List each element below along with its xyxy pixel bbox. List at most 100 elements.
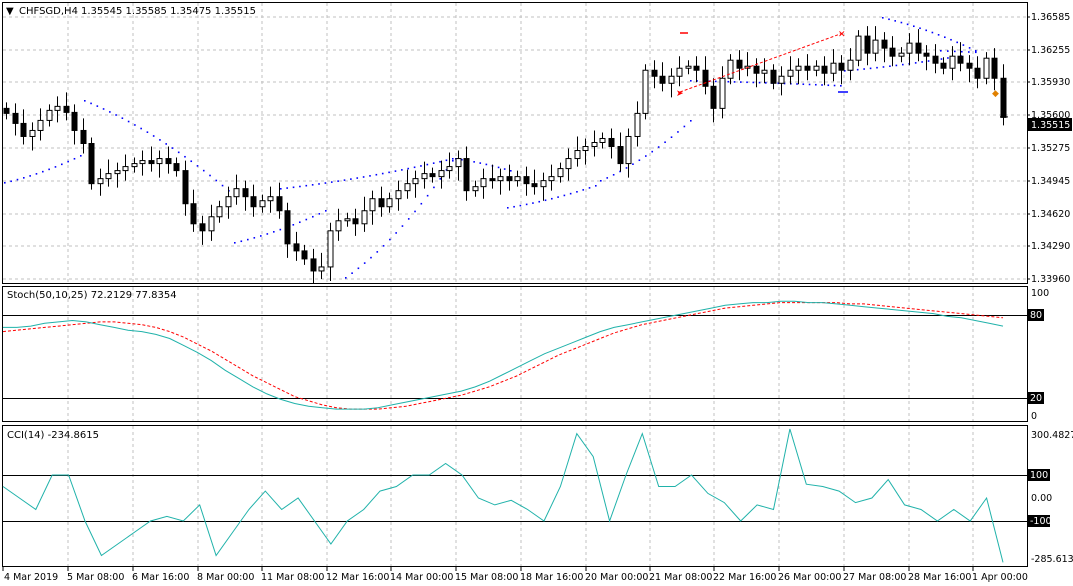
sar-dot bbox=[914, 62, 917, 64]
sar-dot bbox=[452, 160, 454, 162]
sar-dot bbox=[382, 245, 385, 247]
candle-body bbox=[736, 59, 743, 69]
sar-dot bbox=[532, 202, 534, 204]
sar-dot bbox=[954, 50, 956, 53]
candle-body bbox=[412, 178, 419, 185]
sar-dot bbox=[23, 177, 25, 179]
sar-dot bbox=[351, 272, 353, 274]
sar-dot bbox=[940, 58, 943, 60]
sar-dot bbox=[503, 168, 506, 170]
sar-dot bbox=[956, 41, 958, 44]
sar-dot bbox=[177, 151, 180, 154]
sar-dot bbox=[343, 179, 346, 181]
sar-dot bbox=[350, 178, 352, 180]
sar-dot bbox=[407, 167, 410, 170]
sar-dot bbox=[833, 84, 836, 87]
candle-body bbox=[531, 183, 538, 188]
time-tick-label: 12 Mar 16:00 bbox=[326, 572, 389, 583]
sar-dot bbox=[944, 36, 946, 39]
sar-dot bbox=[433, 186, 435, 189]
cci-axis-100: 100 bbox=[1030, 470, 1048, 481]
sar-dot bbox=[519, 204, 522, 207]
candle-body bbox=[327, 230, 334, 268]
sar-dot bbox=[902, 63, 904, 66]
candle-body bbox=[438, 170, 445, 178]
candle-body bbox=[3, 107, 10, 114]
sar-dot bbox=[538, 200, 541, 203]
candle-body bbox=[139, 160, 146, 165]
time-tick-label: 22 Mar 16:00 bbox=[713, 572, 776, 583]
sar-dot bbox=[606, 177, 609, 179]
sar-dot bbox=[240, 240, 243, 243]
sar-dot bbox=[625, 167, 628, 169]
candle-body bbox=[523, 176, 530, 185]
sar-dot bbox=[733, 81, 736, 83]
sar-dot bbox=[330, 181, 333, 183]
time-tick-label: 28 Mar 16:00 bbox=[908, 572, 971, 583]
sar-dot bbox=[96, 105, 99, 107]
candle-body bbox=[267, 196, 274, 202]
sar-dot bbox=[356, 177, 359, 179]
sar-dot bbox=[900, 21, 903, 24]
sar-dot bbox=[638, 159, 641, 162]
candle-body bbox=[404, 183, 411, 192]
candle-body bbox=[719, 77, 726, 109]
sar-dot bbox=[318, 213, 321, 215]
sar-dot bbox=[312, 215, 314, 218]
sar-dot bbox=[115, 114, 117, 116]
sar-dot bbox=[280, 188, 282, 190]
candle-body bbox=[318, 266, 325, 272]
candle-body bbox=[855, 35, 862, 61]
sar-dot bbox=[432, 162, 435, 164]
candle-body bbox=[506, 176, 513, 182]
sar-dot bbox=[363, 262, 366, 264]
price-tick-label: 1.36255 bbox=[1031, 45, 1070, 56]
sar-dot bbox=[247, 238, 249, 241]
sar-dot bbox=[221, 184, 224, 187]
chart-window[interactable]: ➤ ✕ ◆ ▼ CHFSGD,H4 1.35545 1.35585 1.3547… bbox=[0, 0, 1073, 586]
sar-dot bbox=[452, 158, 454, 160]
candle-body bbox=[727, 59, 734, 79]
sar-dot bbox=[357, 267, 360, 270]
candle-body bbox=[29, 129, 36, 137]
candle-body bbox=[1000, 77, 1007, 118]
sar-dot bbox=[856, 68, 859, 71]
candle-body bbox=[753, 65, 760, 74]
sar-dot bbox=[947, 57, 949, 59]
sar-dot bbox=[513, 205, 515, 208]
candle-body bbox=[514, 176, 521, 182]
candle-body bbox=[173, 163, 180, 172]
candle-body bbox=[983, 57, 990, 79]
candle-body bbox=[455, 158, 462, 168]
candle-body bbox=[761, 69, 768, 74]
candle-body bbox=[46, 109, 53, 121]
candle-body bbox=[540, 180, 547, 188]
sar-dot bbox=[253, 237, 256, 239]
candle-body bbox=[642, 69, 649, 114]
sar-dot bbox=[394, 170, 397, 172]
candle-body bbox=[156, 158, 163, 165]
candle-body bbox=[284, 210, 291, 245]
sar-dot bbox=[80, 155, 82, 157]
sar-dot bbox=[882, 66, 885, 68]
collapse-arrow-icon[interactable]: ▼ bbox=[6, 6, 14, 17]
candle-body bbox=[242, 188, 249, 198]
sar-dot bbox=[947, 50, 949, 52]
sar-dot bbox=[215, 179, 218, 182]
sar-dot bbox=[159, 139, 161, 141]
sar-dot bbox=[551, 197, 553, 200]
sar-dot bbox=[48, 168, 50, 171]
cci-axis-minus100: -100 bbox=[1030, 516, 1052, 527]
candle-body bbox=[685, 65, 692, 69]
stoch-main-line bbox=[3, 300, 1004, 410]
candle-body bbox=[301, 250, 308, 260]
sar-dot bbox=[407, 218, 410, 220]
sar-dot bbox=[279, 228, 282, 231]
time-tick-label: 15 Mar 08:00 bbox=[455, 572, 518, 583]
sar-dot bbox=[401, 225, 404, 227]
sar-dot bbox=[925, 29, 927, 32]
candle-body bbox=[395, 190, 402, 200]
candle-body bbox=[659, 75, 666, 84]
stoch-axis-100: 100 bbox=[1031, 288, 1049, 299]
candlesticks bbox=[3, 26, 1008, 283]
